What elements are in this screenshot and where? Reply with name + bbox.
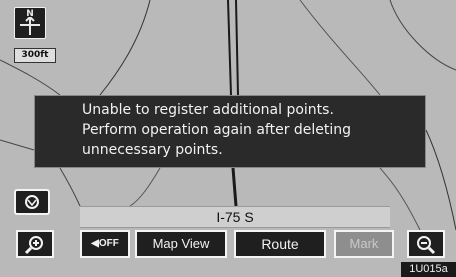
map-road: [0, 59, 61, 96]
north-up-arrow-icon: [20, 17, 40, 35]
map-view-button[interactable]: Map View: [135, 230, 227, 258]
speaker-icon: ◀: [91, 238, 99, 249]
message-line: unnecessary points.: [82, 142, 223, 158]
map-road: [425, 129, 456, 231]
map-road: [299, 0, 381, 96]
zoom-in-icon: [24, 236, 43, 255]
message-dialog: Unable to register additional points. Pe…: [34, 95, 426, 168]
map-road: [59, 167, 81, 207]
zoom-in-button[interactable]: [16, 230, 54, 258]
navigation-screen: N 300ft Unable to register additional po…: [0, 0, 456, 277]
compass-button[interactable]: N: [14, 7, 46, 39]
figure-code: 1U015a: [401, 262, 456, 277]
map-road: [99, 0, 151, 96]
zoom-out-icon: [417, 236, 436, 255]
map-road: [129, 167, 161, 207]
voice-off-label: OFF: [98, 238, 119, 249]
map-road: [231, 167, 238, 207]
message-line: Unable to register additional points.: [82, 102, 334, 118]
map-road: [0, 139, 35, 151]
voice-off-button[interactable]: ◀OFF: [80, 230, 130, 258]
current-location-button[interactable]: [14, 189, 50, 215]
route-button[interactable]: Route: [234, 230, 326, 258]
map-road: [227, 0, 239, 96]
mark-button[interactable]: Mark: [334, 230, 394, 258]
map-scale[interactable]: 300ft: [14, 48, 56, 63]
message-line: Perform operation again after deleting: [82, 122, 352, 138]
current-location-icon: [25, 195, 39, 209]
zoom-out-button[interactable]: [407, 230, 445, 258]
current-road-name: I-75 S: [80, 206, 390, 228]
map-road: [389, 0, 456, 71]
